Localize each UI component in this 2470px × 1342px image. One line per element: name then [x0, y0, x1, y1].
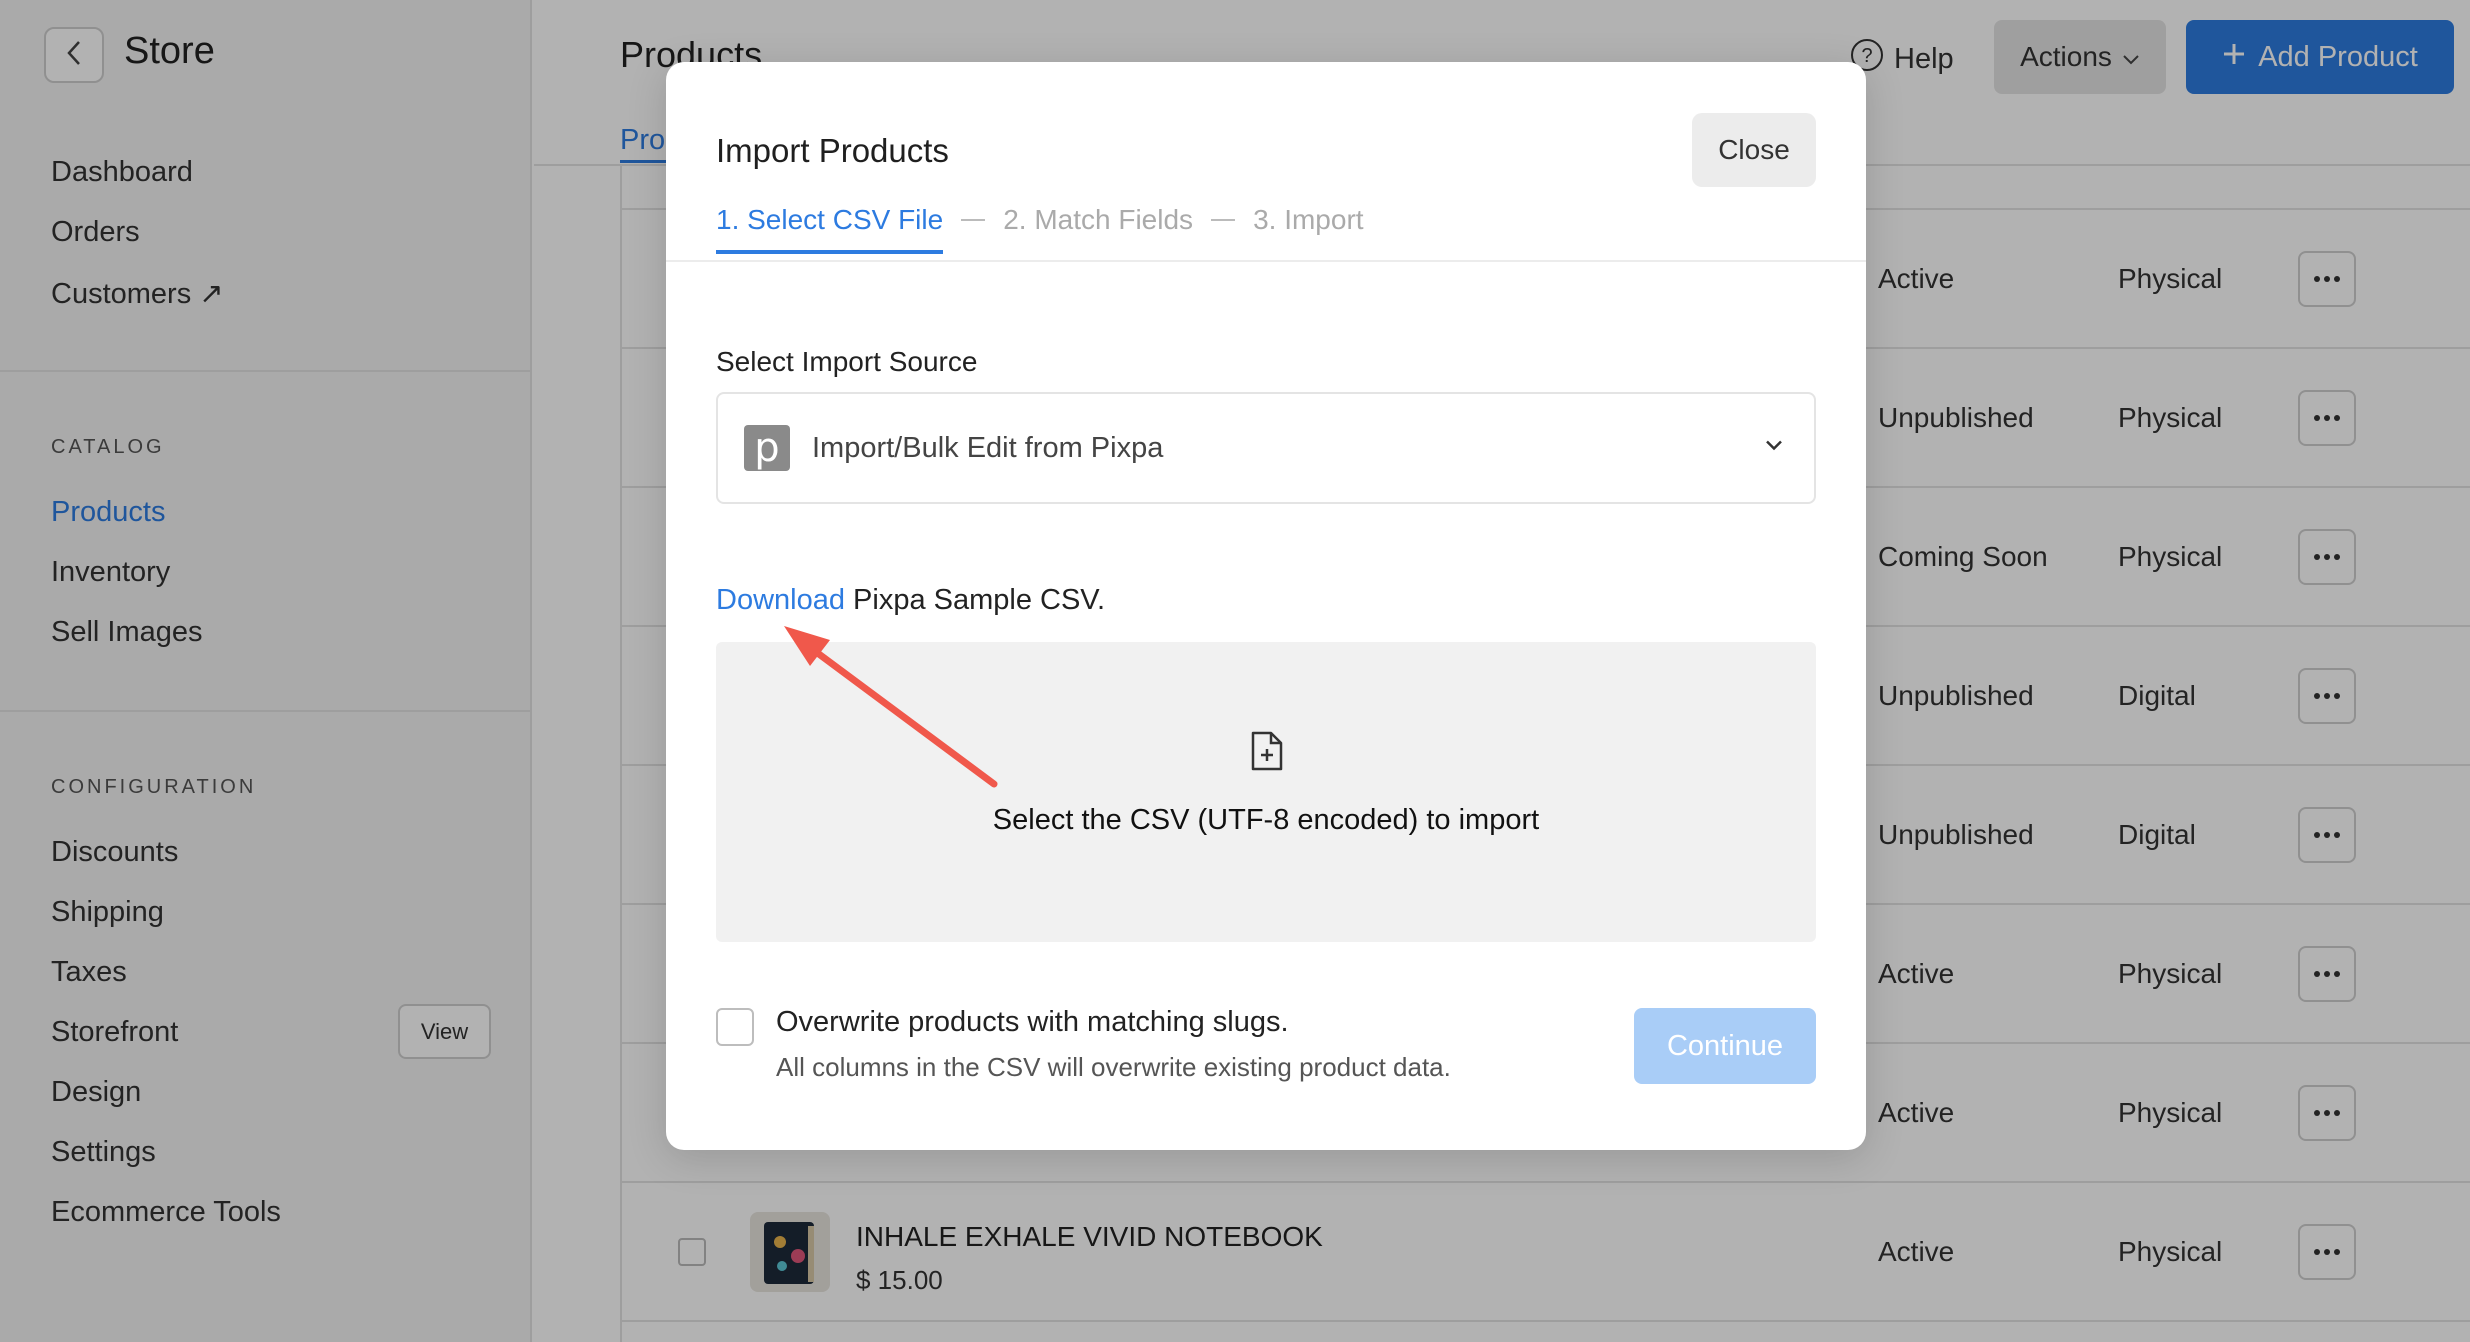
close-button[interactable]: Close [1692, 113, 1816, 187]
import-source-label: Select Import Source [716, 346, 978, 377]
step-match-fields: 2. Match Fields [1003, 204, 1194, 235]
step-separator [1211, 219, 1236, 221]
modal-title: Import Products [716, 132, 949, 169]
import-source-value: Import/Bulk Edit from Pixpa [812, 431, 1164, 464]
download-sample-text: Pixpa Sample CSV. [844, 584, 1106, 616]
download-link[interactable]: Download [716, 584, 845, 616]
chevron-down-icon [1764, 439, 1784, 458]
csv-dropzone[interactable]: Select the CSV (UTF-8 encoded) to import [716, 642, 1816, 942]
dropzone-text: Select the CSV (UTF-8 encoded) to import [992, 804, 1540, 836]
import-products-modal: Import Products Close 1. Select CSV File… [666, 62, 1866, 1150]
import-source-select[interactable]: p Import/Bulk Edit from Pixpa [716, 392, 1816, 504]
continue-button[interactable]: Continue [1634, 1008, 1816, 1084]
modal-divider [666, 260, 1866, 262]
overwrite-label: Overwrite products with matching slugs. [776, 1006, 1289, 1038]
step-import: 3. Import [1253, 204, 1364, 235]
step-separator [961, 219, 986, 221]
step-select-csv[interactable]: 1. Select CSV File [716, 204, 944, 254]
overwrite-description: All columns in the CSV will overwrite ex… [776, 1052, 1451, 1082]
download-sample-line: Download Pixpa Sample CSV. [716, 584, 1105, 617]
file-add-icon [1250, 730, 1284, 777]
overwrite-checkbox[interactable] [716, 1008, 754, 1046]
pixpa-logo-icon: p [744, 425, 790, 471]
import-steps: 1. Select CSV File 2. Match Fields 3. Im… [716, 204, 1364, 254]
